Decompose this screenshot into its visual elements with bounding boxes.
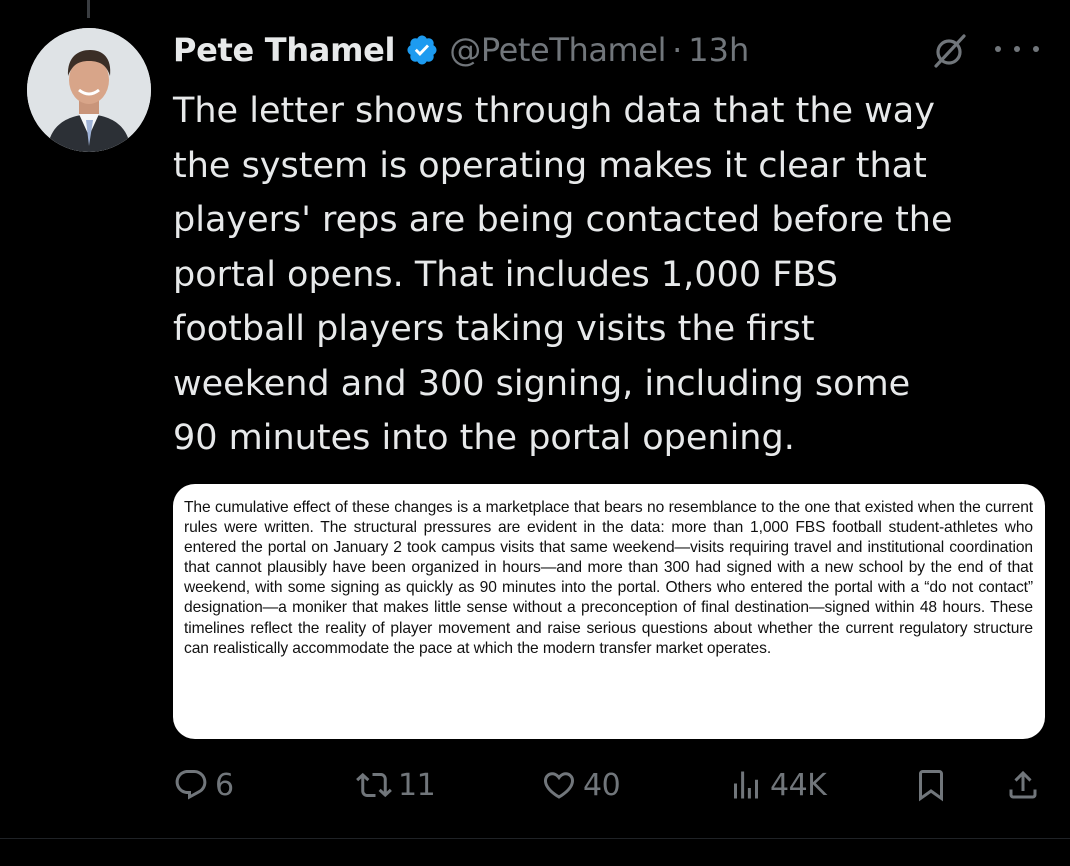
action-bar: 6 11 40 44K xyxy=(173,760,1053,810)
views-count: 44K xyxy=(770,767,827,803)
verified-badge-icon[interactable] xyxy=(405,33,439,67)
grok-icon[interactable] xyxy=(930,31,970,71)
bookmark-icon xyxy=(913,767,949,803)
like-button[interactable]: 40 xyxy=(541,760,621,810)
attached-image-text: The cumulative effect of these changes i… xyxy=(184,499,1033,657)
tweet-text: The letter shows through data that the w… xyxy=(173,91,953,458)
author-handle[interactable]: @PeteThamel xyxy=(449,31,666,69)
repost-count: 11 xyxy=(398,767,436,803)
reply-button[interactable]: 6 xyxy=(173,760,234,810)
author-name[interactable]: Pete Thamel xyxy=(173,31,396,69)
bookmark-button[interactable] xyxy=(913,760,949,810)
share-button[interactable] xyxy=(1005,760,1041,810)
tweet-header: Pete Thamel @PeteThamel · 13h xyxy=(173,26,1053,74)
divider xyxy=(0,838,1070,839)
repost-icon xyxy=(356,767,392,803)
attached-image[interactable]: The cumulative effect of these changes i… xyxy=(173,484,1045,739)
more-icon[interactable] xyxy=(995,34,1039,64)
share-icon xyxy=(1005,767,1041,803)
avatar-image xyxy=(27,28,151,152)
like-icon xyxy=(541,767,577,803)
timestamp[interactable]: 13h xyxy=(688,31,749,69)
reply-icon xyxy=(173,767,209,803)
views-icon xyxy=(728,767,764,803)
like-count: 40 xyxy=(583,767,621,803)
thread-connector-line xyxy=(87,0,90,18)
repost-button[interactable]: 11 xyxy=(356,760,436,810)
reply-count: 6 xyxy=(215,767,234,803)
avatar[interactable] xyxy=(27,28,151,152)
views-button[interactable]: 44K xyxy=(728,760,827,810)
separator-dot: · xyxy=(672,31,683,69)
